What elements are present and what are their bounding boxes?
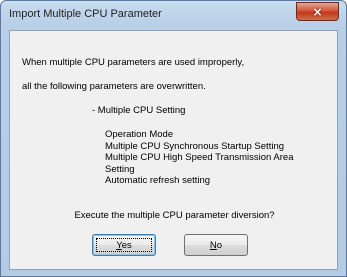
no-button-label: No — [209, 239, 223, 251]
title-bar[interactable]: Import Multiple CPU Parameter × — [1, 1, 346, 27]
parameter-item: Operation Mode — [105, 129, 174, 140]
parameter-item: Multiple CPU High Speed Transmission Are… — [105, 152, 294, 163]
yes-button[interactable]: Yes — [92, 234, 156, 256]
parameter-item: Automatic refresh setting — [105, 175, 211, 186]
dialog-title: Import Multiple CPU Parameter — [9, 8, 162, 20]
warning-line-1: When multiple CPU parameters are used im… — [22, 57, 245, 68]
parameter-list: Operation Mode Multiple CPU Synchronous … — [105, 129, 325, 187]
close-icon: × — [312, 4, 323, 19]
confirm-question: Execute the multiple CPU parameter diver… — [74, 210, 275, 221]
warning-line-2: all the following parameters are overwri… — [22, 81, 206, 92]
no-button[interactable]: No — [184, 234, 248, 256]
parameter-item: Setting — [105, 163, 135, 175]
parameter-item: Multiple CPU Synchronous Startup Setting — [105, 140, 285, 152]
dialog-body: When multiple CPU parameters are used im… — [9, 30, 338, 270]
focus-rectangle — [96, 238, 152, 252]
section-title: - Multiple CPU Setting — [92, 105, 186, 116]
dialog-window: Import Multiple CPU Parameter × When mul… — [0, 0, 347, 277]
warning-message: When multiple CPU parameters are used im… — [22, 45, 322, 105]
close-button[interactable]: × — [296, 2, 339, 21]
